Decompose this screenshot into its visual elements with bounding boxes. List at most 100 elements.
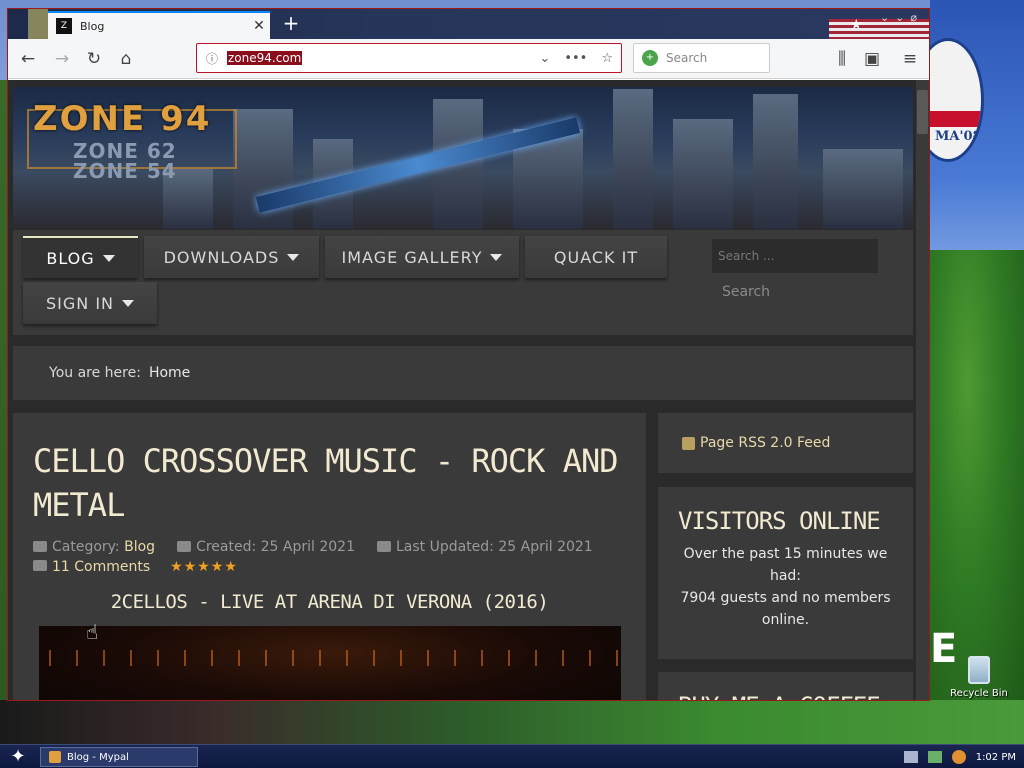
taskbar-task-browser[interactable]: Blog - Mypal: [40, 747, 198, 767]
chevron-down-icon[interactable]: ⌄: [539, 51, 550, 66]
article-created: Created: 25 April 2021: [177, 539, 355, 555]
network-icon[interactable]: [927, 751, 942, 763]
visitors-online-module: VISITORS ONLINE Over the past 15 minutes…: [658, 487, 913, 659]
url-text[interactable]: zone94.com: [227, 51, 303, 65]
article-title[interactable]: CELLO CROSSOVER MUSIC - ROCK AND METAL: [33, 439, 626, 527]
article-category: Category: Blog: [33, 539, 155, 555]
site-logo: ZONE 94: [33, 99, 212, 139]
recycle-bin-label: Recycle Bin: [950, 688, 1008, 699]
browser-search-box[interactable]: + Search: [633, 43, 770, 73]
nav-label: IMAGE GALLERY: [341, 247, 483, 267]
tab-blog[interactable]: Z Blog ✕: [48, 11, 270, 39]
page-actions-icon[interactable]: •••: [564, 51, 587, 66]
rating-stars[interactable]: ★★★★★: [170, 559, 238, 575]
category-label: Category:: [52, 539, 120, 555]
close-tab-icon[interactable]: ✕: [248, 18, 270, 34]
nav-sign-in[interactable]: SIGN IN: [23, 282, 157, 324]
caret-down-icon: [287, 253, 300, 261]
browser-search-placeholder: Search: [666, 51, 708, 65]
banner-building: [823, 149, 903, 229]
recycle-bin[interactable]: Recycle Bin: [944, 656, 1014, 704]
updated-date: Last Updated: 25 April 2021: [395, 539, 593, 555]
menu-icon[interactable]: ≡: [898, 47, 922, 71]
created-date: Created: 25 April 2021: [196, 539, 355, 555]
banner-building: [673, 119, 733, 229]
window-grip: [28, 9, 48, 39]
recycle-bin-icon: [968, 656, 990, 684]
nav-label: BLOG: [46, 248, 95, 268]
folder-icon: [33, 541, 47, 552]
library-icon[interactable]: ⫼: [830, 47, 854, 71]
nav-quack-it[interactable]: QUACK IT: [525, 236, 667, 278]
nav-image-gallery[interactable]: IMAGE GALLERY: [325, 236, 519, 278]
comments[interactable]: 11 Comments: [33, 559, 150, 575]
tab-title: Blog: [80, 19, 105, 33]
keyboard-icon[interactable]: [903, 751, 918, 763]
search-engine-icon: +: [642, 50, 658, 66]
article-meta-row2: 11 Comments ★★★★★: [33, 559, 626, 575]
taskbar: ✦ Blog - Mypal 1:02 PM: [0, 744, 1024, 768]
site-logo-sub: ZONE 54: [73, 159, 177, 183]
visitors-text-line: 7904 guests and no members online.: [680, 590, 891, 628]
hand-cursor-icon: ☝: [86, 620, 99, 644]
article-updated: Last Updated: 25 April 2021: [376, 539, 593, 555]
back-button[interactable]: ←: [16, 47, 40, 71]
calendar-icon: [376, 541, 391, 552]
article-subheading: 2CELLOS - LIVE AT ARENA DI VERONA (2016): [110, 591, 549, 613]
banner-building: [753, 94, 798, 229]
breadcrumb: You are here: Home: [13, 346, 913, 400]
browser-window: ★ ⌄⌄⌀ Z Blog ✕ + ← → ↻ ⌂ ⓘ zone94.com ⌄ …: [7, 8, 930, 701]
rss-icon: [682, 436, 695, 450]
category-link[interactable]: Blog: [124, 539, 155, 555]
comment-icon: [33, 560, 47, 571]
nav-label: DOWNLOADS: [163, 247, 280, 267]
nav-toolbar: ← → ↻ ⌂ ⓘ zone94.com ⌄ ••• ☆ + Search ⫼ …: [8, 39, 929, 79]
page-scrollbar[interactable]: [916, 80, 929, 700]
coffee-title: BUY ME A COFFEE: [678, 692, 893, 700]
rss-link[interactable]: Page RSS 2.0 Feed: [700, 435, 830, 451]
article: CELLO CROSSOVER MUSIC - ROCK AND METAL C…: [13, 413, 646, 700]
comments-link[interactable]: 11 Comments: [52, 559, 150, 575]
browser-app-icon: [49, 751, 61, 763]
scrollbar-thumb[interactable]: [917, 90, 928, 134]
site-navbar: BLOG DOWNLOADS IMAGE GALLERY QUACK IT SI…: [13, 230, 913, 335]
search-icon[interactable]: [951, 750, 966, 764]
banner-building: [613, 89, 653, 229]
desktop-bottom: [0, 700, 1024, 744]
site-info-icon[interactable]: ⓘ: [197, 50, 227, 67]
new-tab-button[interactable]: +: [278, 11, 304, 37]
reload-button[interactable]: ↻: [82, 47, 106, 71]
bookmark-star-icon[interactable]: ☆: [601, 51, 613, 66]
breadcrumb-home[interactable]: Home: [149, 365, 190, 381]
site-search-button[interactable]: Search: [711, 276, 781, 308]
site-banner[interactable]: ZONE 94 ZONE 62 ZONE 54: [13, 87, 913, 229]
visitors-title: VISITORS ONLINE: [678, 507, 881, 535]
caret-down-icon: [102, 254, 115, 262]
visitors-text: Over the past 15 minutes we had: 7904 gu…: [678, 543, 893, 631]
start-button[interactable]: ✦: [6, 746, 30, 768]
tab-strip: ★ ⌄⌄⌀ Z Blog ✕ +: [8, 9, 929, 39]
site-search-input[interactable]: Search ...: [711, 238, 879, 274]
url-bar[interactable]: ⓘ zone94.com ⌄ ••• ☆: [196, 43, 622, 73]
site-favicon-icon: Z: [56, 18, 72, 34]
video-player[interactable]: [39, 626, 621, 700]
window-controls[interactable]: ⌄⌄⌀: [880, 11, 923, 24]
visitors-text-line: Over the past 15 minutes we had:: [683, 546, 888, 584]
nav-blog[interactable]: BLOG: [23, 236, 138, 278]
nav-label: SIGN IN: [45, 293, 114, 313]
system-tray: 1:02 PM: [903, 747, 1016, 767]
sidebar-toggle-icon[interactable]: ▣: [860, 47, 884, 71]
rss-feed[interactable]: Page RSS 2.0 Feed: [658, 413, 913, 473]
forward-button[interactable]: →: [50, 47, 74, 71]
nav-label: QUACK IT: [553, 247, 639, 267]
buy-coffee-module: BUY ME A COFFEE: [658, 672, 913, 700]
clock[interactable]: 1:02 PM: [976, 752, 1016, 763]
nav-downloads[interactable]: DOWNLOADS: [144, 236, 319, 278]
breadcrumb-label: You are here:: [49, 365, 141, 381]
caret-down-icon: [490, 253, 503, 261]
article-meta: Category: Blog Created: 25 April 2021 La…: [33, 539, 626, 555]
calendar-icon: [177, 541, 192, 552]
video-frame: [39, 650, 621, 666]
home-button[interactable]: ⌂: [114, 47, 138, 71]
task-label: Blog - Mypal: [67, 751, 129, 763]
